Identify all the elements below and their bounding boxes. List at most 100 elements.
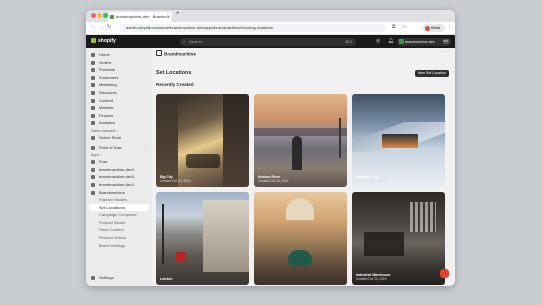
marketing-icon <box>91 83 95 88</box>
card-label: Hudson River Created Oct 25, 2024 <box>258 176 288 184</box>
close-window-icon[interactable] <box>91 13 96 18</box>
sidebar-item-online-store[interactable]: Online Store <box>86 134 152 142</box>
sidebar-item-label: Home <box>99 52 110 57</box>
sidebar-subitem-fashion-models[interactable]: Fashion Models <box>86 196 152 204</box>
sidekick-icon[interactable]: ◎ <box>376 38 380 44</box>
sidebar-subitem-product-videos[interactable]: Product Videos <box>86 234 152 242</box>
reload-icon[interactable]: ↻ <box>107 24 111 30</box>
sidebar-item-markets[interactable]: Markets <box>86 104 152 112</box>
shopify-top-bar: shopify ⌕ Search ⌘ K ◎ 🔔︎ brandmachine-d… <box>86 35 455 48</box>
app-icon <box>91 175 95 180</box>
sidebar-item-home[interactable]: Home <box>86 51 152 59</box>
sidebar-item-label: Brand Settings <box>99 242 126 248</box>
sidebar-item-finance[interactable]: Finance <box>86 112 152 120</box>
sidebar-subitem-store-content[interactable]: Store Content <box>86 226 152 234</box>
store-avatar <box>399 39 404 44</box>
sales-channels-heading[interactable]: Sales channels › <box>86 127 152 134</box>
store-menu-button[interactable]: brandmachine-dev BM <box>397 37 451 46</box>
back-icon[interactable]: ← <box>91 24 96 30</box>
sidebar-item-analytics[interactable]: Analytics <box>86 119 152 127</box>
sidebar-item-content[interactable]: Content <box>86 97 152 105</box>
globe-icon <box>91 106 95 111</box>
store-badge: BM <box>442 39 449 44</box>
sidebar-item-discounts[interactable]: Discounts <box>86 89 152 97</box>
sidebar-item-label: Set Locations <box>99 204 126 210</box>
sidebar-item-label: Product Videos <box>99 235 127 241</box>
sidebar-subitem-set-locations[interactable]: Set Locations <box>89 203 149 212</box>
apps-heading[interactable]: Apps › <box>86 151 152 158</box>
sidebar-item-products[interactable]: Products <box>86 66 152 74</box>
sidebar-item-customers[interactable]: Customers <box>86 74 152 82</box>
search-icon: ⌕ <box>183 38 186 44</box>
sidebar-item-label: brandmachine-dev3 <box>99 174 135 180</box>
new-set-location-button[interactable]: New Set Location <box>414 70 449 77</box>
logo-text: shopify <box>98 38 116 44</box>
chat-button[interactable] <box>440 269 449 278</box>
sidebar-item-app[interactable]: brandmachine-dev3 <box>86 173 152 181</box>
sidebar-item-marketing[interactable]: Marketing <box>86 81 152 89</box>
forward-icon[interactable]: → <box>99 24 104 30</box>
location-card[interactable]: London <box>156 192 249 285</box>
url-field[interactable]: admin.shopify.com/store/brandmachine-dev… <box>120 24 386 32</box>
sidebar-item-label: Finance <box>99 112 114 118</box>
sidebar-item-label: Analytics <box>99 120 116 126</box>
sidebar-item-label: Flow <box>99 159 108 165</box>
store-icon <box>91 135 95 140</box>
sidebar-item-label: Orders <box>99 59 112 65</box>
more-options-icon[interactable]: ··· <box>444 49 449 55</box>
notifications-bell-icon[interactable]: 🔔︎ <box>388 38 394 44</box>
admin-body: Home Orders Products Customers Marketing… <box>86 48 455 286</box>
sidebar-item-app[interactable]: brandmachine-dev1 <box>86 181 152 189</box>
products-icon <box>91 68 95 73</box>
location-card[interactable]: Mountain Top Created Oct 25, 2024 <box>352 94 445 187</box>
sidebar-item-flow[interactable]: Flow <box>86 158 152 166</box>
sidebar-item-brandmachine[interactable]: Brandmachine <box>86 189 152 197</box>
discounts-icon <box>91 90 95 95</box>
sidebar-subitem-campaign-composer[interactable]: Campaign Composer <box>86 211 152 219</box>
browser-menu-icon[interactable]: ⋮ <box>447 24 452 30</box>
finance-icon <box>91 113 95 118</box>
sidebar-item-label: Brandmachine <box>99 189 125 195</box>
sidebar-item-label: Settings <box>99 275 114 281</box>
app-logo-icon <box>156 50 162 56</box>
sidebar-subitem-product-studio[interactable]: Product Studio <box>86 219 152 227</box>
sidebar-item-label: Online Store <box>99 134 122 140</box>
gear-icon <box>91 276 95 281</box>
profile-button[interactable]: Work <box>423 24 445 32</box>
sidebar-item-settings[interactable]: Settings <box>86 274 152 282</box>
search-input[interactable]: ⌕ Search ⌘ K <box>180 37 356 46</box>
sidebar-item-orders[interactable]: Orders <box>86 59 152 67</box>
app-header: Brandmachine <box>156 50 196 57</box>
avatar <box>425 25 430 31</box>
sidebar-subitem-brand-settings[interactable]: Brand Settings <box>86 242 152 250</box>
page-title: Set Locations <box>156 70 192 76</box>
sidebar-item-point-of-sale[interactable]: Point of Sale › <box>86 144 152 152</box>
sidebar-item-label: Markets <box>99 105 114 111</box>
shopify-logo[interactable]: shopify <box>91 38 116 44</box>
sidebar: Home Orders Products Customers Marketing… <box>86 48 152 286</box>
sidebar-item-label: Discounts <box>99 89 117 95</box>
location-card[interactable]: Hudson River Created Oct 25, 2024 <box>254 94 347 187</box>
close-tab-icon[interactable]: ✕ <box>167 12 170 22</box>
tab-title: brandmachine-dev · Brandm... <box>116 14 171 19</box>
shopify-bag-icon <box>91 38 96 43</box>
pos-icon <box>91 145 95 150</box>
store-name: brandmachine-dev <box>405 39 435 44</box>
card-date: Created Oct 25, 2024 <box>258 179 289 184</box>
location-card[interactable]: Industrial Warehouse Created Oct 24, 202… <box>352 192 445 285</box>
location-card[interactable] <box>254 192 347 285</box>
sidepanel-icon[interactable]: ▭ <box>402 24 407 30</box>
app-icon <box>91 167 95 172</box>
section-title: Recently Created <box>156 82 194 87</box>
minimize-window-icon[interactable] <box>97 13 102 18</box>
sidebar-item-app[interactable]: brandmachine-dev2 <box>86 166 152 174</box>
sidebar-item-label: Campaign Composer <box>99 212 137 218</box>
sidebar-item-label: Marketing <box>99 82 117 88</box>
browser-tab[interactable]: brandmachine-dev · Brandm... ✕ <box>108 12 172 22</box>
main-content: Brandmachine ··· Set Locations New Set L… <box>152 48 455 286</box>
card-title: London <box>160 277 173 282</box>
location-card[interactable]: Big City Created Oct 24, 2024 <box>156 94 249 187</box>
profile-label: Work <box>431 25 441 30</box>
extensions-icon[interactable]: ⧉ <box>392 24 396 30</box>
new-tab-icon[interactable]: + <box>176 11 180 17</box>
